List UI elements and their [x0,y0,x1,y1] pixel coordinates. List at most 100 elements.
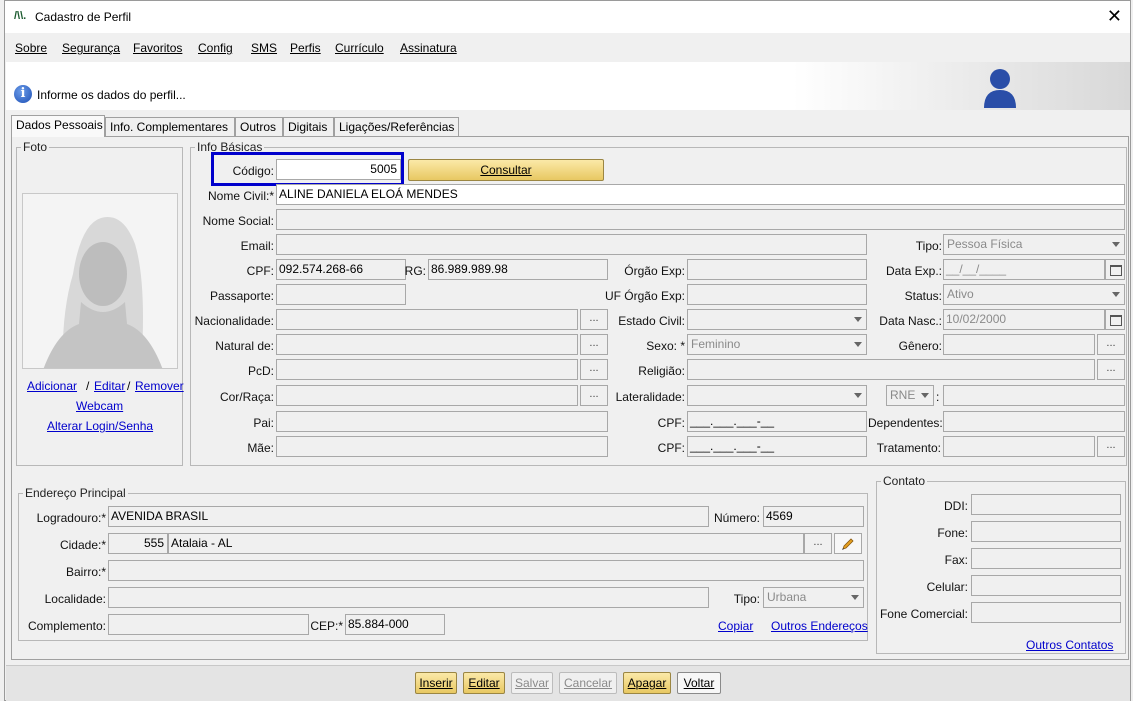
religiao-input[interactable] [687,359,1095,380]
nacionalidade-input[interactable] [276,309,578,330]
chevron-down-icon [854,317,862,322]
cidade-code-input[interactable]: 555 [108,533,168,554]
menu-sobre[interactable]: Sobre [15,41,47,55]
cidade-label: Cidade:* [59,538,106,552]
rg-label: RG: [404,264,426,278]
tab-ligacoes-referencias[interactable]: Ligações/Referências [334,117,459,137]
logradouro-input[interactable]: AVENIDA BRASIL [108,506,709,527]
voltar-button[interactable]: Voltar [677,672,721,694]
adicionar-link[interactable]: Adicionar [27,379,77,393]
cor-raca-input[interactable] [276,385,578,406]
orgao-exp-input[interactable] [687,259,867,280]
localidade-input[interactable] [108,587,709,608]
menu-seguranca[interactable]: Segurança [62,41,120,55]
pencil-icon [842,538,854,550]
orgao-exp-label: Órgão Exp: [624,264,685,278]
user-avatar-icon [984,69,1016,108]
webcam-link[interactable]: Webcam [76,399,123,413]
rne-input[interactable] [943,385,1125,406]
genero-input[interactable] [943,334,1095,355]
dependentes-input[interactable] [943,411,1125,432]
editar-link[interactable]: Editar [94,379,125,393]
menu-perfis[interactable]: Perfis [290,41,321,55]
menu-sms[interactable]: SMS [251,41,277,55]
tab-outros[interactable]: Outros [235,117,283,137]
lateralidade-select[interactable] [687,385,867,406]
natural-de-lookup-button[interactable]: ... [580,334,608,355]
uf-orgao-exp-label: UF Órgão Exp: [604,289,685,303]
nacionalidade-lookup-button[interactable]: ... [580,309,608,330]
remover-link[interactable]: Remover [135,379,184,393]
bairro-input[interactable] [108,560,864,581]
cpf-pai-input[interactable]: ___.___.___-__ [687,411,867,432]
calendar-icon[interactable] [1105,259,1125,280]
tratamento-input[interactable] [943,436,1095,457]
copiar-link[interactable]: Copiar [718,619,753,633]
numero-label: Número: [713,511,760,525]
menu-config[interactable]: Config [198,41,233,55]
status-selected-value: Ativo [947,287,974,301]
numero-input[interactable]: 4569 [763,506,864,527]
tipo-selected-value: Pessoa Física [947,237,1023,251]
uf-orgao-exp-input[interactable] [687,284,867,305]
cidade-input[interactable]: Atalaia - AL [168,533,804,554]
salvar-button[interactable]: Salvar [511,672,553,694]
codigo-input[interactable]: 5005 [276,159,401,180]
nacionalidade-label: Nacionalidade: [194,314,274,328]
alterar-login-link[interactable]: Alterar Login/Senha [47,419,153,433]
tratamento-lookup-button[interactable]: ... [1097,436,1125,457]
menu-favoritos[interactable]: Favoritos [133,41,182,55]
tab-info-complementares[interactable]: Info. Complementares [105,117,235,137]
photo-placeholder[interactable] [22,193,178,369]
passaporte-input[interactable] [276,284,406,305]
rg-input[interactable]: 86.989.989.98 [428,259,608,280]
data-exp-input[interactable]: __/__/____ [943,259,1105,280]
status-select[interactable]: Ativo [943,284,1125,305]
calendar-icon[interactable] [1105,309,1125,330]
complemento-input[interactable] [108,614,309,635]
cpf-mae-input[interactable]: ___.___.___-__ [687,436,867,457]
tab-dados-pessoais[interactable]: Dados Pessoais [11,115,105,137]
menu-curriculo[interactable]: Currículo [335,41,384,55]
tipo-select[interactable]: Pessoa Física [943,234,1125,255]
cpf-input[interactable]: 092.574.268-66 [276,259,406,280]
nome-civil-input[interactable]: ALINE DANIELA ELOÁ MENDES [276,184,1125,205]
tab-digitais[interactable]: Digitais [283,117,334,137]
consultar-button[interactable]: Consultar [408,159,604,181]
celular-input[interactable] [971,575,1121,596]
inserir-button[interactable]: Inserir [415,672,457,694]
pcd-input[interactable] [276,359,578,380]
nome-social-input[interactable] [276,209,1125,230]
chevron-down-icon [1112,292,1120,297]
email-input[interactable] [276,234,867,255]
sexo-select[interactable]: Feminino [687,334,867,355]
data-nasc-input[interactable]: 10/02/2000 [943,309,1105,330]
natural-de-input[interactable] [276,334,578,355]
menu-assinatura[interactable]: Assinatura [400,41,457,55]
mae-input[interactable] [276,436,608,457]
cor-raca-lookup-button[interactable]: ... [580,385,608,406]
cep-input[interactable]: 85.884-000 [345,614,445,635]
ddi-input[interactable] [971,494,1121,515]
outros-enderecos-link[interactable]: Outros Endereços [771,619,868,633]
pcd-lookup-button[interactable]: ... [580,359,608,380]
fone-input[interactable] [971,521,1121,542]
religiao-lookup-button[interactable]: ... [1097,359,1125,380]
estado-civil-select[interactable] [687,309,867,330]
outros-contatos-link[interactable]: Outros Contatos [1026,638,1113,652]
rne-select[interactable]: RNE [886,385,934,406]
chevron-down-icon [851,595,859,600]
editar-button[interactable]: Editar [463,672,505,694]
fone-comercial-input[interactable] [971,602,1121,623]
cancelar-button[interactable]: Cancelar [559,672,617,694]
close-icon[interactable]: ✕ [1107,6,1122,27]
pencil-edit-icon[interactable] [834,533,862,554]
fax-input[interactable] [971,548,1121,569]
rne-colon: : [936,390,940,404]
passaporte-label: Passaporte: [209,289,274,303]
pai-input[interactable] [276,411,608,432]
endereco-tipo-select[interactable]: Urbana [763,587,864,608]
apagar-button[interactable]: Apagar [623,672,671,694]
cidade-lookup-button[interactable]: ... [804,533,832,554]
genero-lookup-button[interactable]: ... [1097,334,1125,355]
